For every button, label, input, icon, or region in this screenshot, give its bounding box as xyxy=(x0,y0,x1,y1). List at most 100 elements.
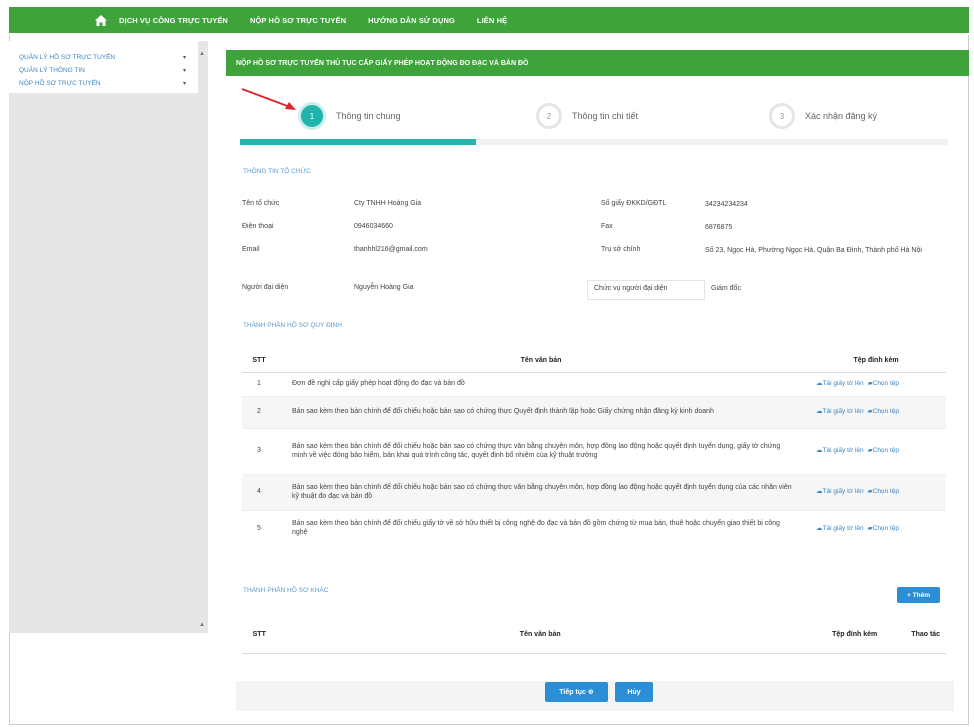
column-header-action: Thao tác xyxy=(905,617,946,654)
sidebar-item-quan-ly-ho-so[interactable]: QUẢN LÝ HỒ SƠ TRỰC TUYẾN ▾ xyxy=(9,51,198,64)
sidebar-menu: QUẢN LÝ HỒ SƠ TRỰC TUYẾN ▾ QUẢN LÝ THÔNG… xyxy=(9,41,198,93)
required-docs-table: STT Tên văn bản Tệp đính kèm 1 Đơn đề ng… xyxy=(242,350,946,546)
step-2[interactable]: 2 Thông tin chi tiết xyxy=(536,103,638,129)
column-header-name: Tên văn bản xyxy=(276,350,806,373)
choose-file-link[interactable]: Chọn tệp xyxy=(873,525,899,532)
org-label: Fax xyxy=(601,223,613,230)
other-docs-table: STT Tên văn bản Tệp đính kèm Thao tác xyxy=(242,617,946,654)
sidebar-item-label: QUẢN LÝ THÔNG TIN xyxy=(19,67,85,74)
upload-link[interactable]: Tải giấy tờ lên xyxy=(823,488,864,495)
sidebar-item-quan-ly-thong-tin[interactable]: QUẢN LÝ THÔNG TIN ▾ xyxy=(9,64,198,77)
sidebar-item-nop-ho-so[interactable]: NỘP HỒ SƠ TRỰC TUYẾN ▾ xyxy=(9,77,198,90)
org-label: Chức vụ người đại diện xyxy=(587,280,705,300)
row-attachment: ☁Tải giấy tờ lên ▰Chọn tệp xyxy=(806,509,946,546)
org-row: Email thanhhl216@gmail.com Trụ sở chính … xyxy=(236,242,954,280)
org-label: Email xyxy=(242,246,260,253)
step-number: 1 xyxy=(298,102,326,130)
chevron-down-icon: ▾ xyxy=(182,81,186,87)
nav-huong-dan[interactable]: HƯỚNG DẪN SỬ DỤNG xyxy=(368,16,455,25)
row-stt: 3 xyxy=(242,427,276,474)
row-attachment: ☁Tải giấy tờ lên ▰Chọn tệp xyxy=(806,371,946,396)
row-attachment: ☁Tải giấy tờ lên ▰Chọn tệp xyxy=(806,427,946,474)
row-attachment: ☁Tải giấy tờ lên ▰Chọn tệp xyxy=(806,473,946,510)
chevron-down-icon: ▾ xyxy=(182,55,186,61)
sidebar-item-label: QUẢN LÝ HỒ SƠ TRỰC TUYẾN xyxy=(19,54,116,61)
nav-nop-ho-so[interactable]: NỘP HỒ SƠ TRỰC TUYẾN xyxy=(250,16,346,25)
nav-lien-he[interactable]: LIÊN HỆ xyxy=(477,16,507,25)
table-header-row: STT Tên văn bản Tệp đính kèm xyxy=(242,350,946,373)
org-label: Số giấy ĐKKD/GĐTL xyxy=(601,200,667,207)
org-value: 34234234234 xyxy=(705,201,748,208)
column-header-name: Tên văn bản xyxy=(276,617,804,654)
org-label: Điện thoại xyxy=(242,223,274,230)
org-row: Người đại diện Nguyễn Hoàng Gia Chức vụ … xyxy=(236,280,954,303)
add-document-button[interactable]: + Thêm xyxy=(897,587,940,603)
table-header-row: STT Tên văn bản Tệp đính kèm Thao tác xyxy=(242,617,946,654)
row-name: Đơn đề nghị cấp giấy phép hoạt động đo đ… xyxy=(276,371,806,396)
row-name: Bản sao kèm theo bản chính để đối chiếu … xyxy=(276,509,806,546)
upload-link[interactable]: Tải giấy tờ lên xyxy=(823,447,864,454)
chevron-down-icon: ▾ xyxy=(182,68,186,74)
column-header-stt: STT xyxy=(242,617,277,654)
upload-link[interactable]: Tải giấy tờ lên xyxy=(823,525,864,532)
step-number: 3 xyxy=(769,103,795,129)
step-number: 2 xyxy=(536,103,562,129)
row-name: Bản sao kèm theo bản chính để đối chiếu … xyxy=(276,473,806,510)
org-info-grid: Tên tổ chức Cty TNHH Hoàng Gia Số giấy Đ… xyxy=(236,196,954,303)
scroll-up-icon[interactable]: ▲ xyxy=(199,51,205,57)
cancel-button[interactable]: Hủy xyxy=(615,682,653,702)
row-stt: 4 xyxy=(242,473,276,510)
org-row: Tên tổ chức Cty TNHH Hoàng Gia Số giấy Đ… xyxy=(236,196,954,219)
nav-dich-vu-cong[interactable]: DỊCH VỤ CÔNG TRỰC TUYẾN xyxy=(119,16,228,25)
table-row: 1 Đơn đề nghị cấp giấy phép hoạt động đo… xyxy=(242,371,946,396)
sidebar-item-label: NỘP HỒ SƠ TRỰC TUYẾN xyxy=(19,80,101,87)
section-title-ho-so-quy-dinh: THÀNH PHẦN HỒ SƠ QUY ĐỊNH xyxy=(243,322,342,329)
choose-file-link[interactable]: Chọn tệp xyxy=(873,447,899,454)
step-progress-bar xyxy=(240,139,948,145)
upload-link[interactable]: Tải giấy tờ lên xyxy=(823,380,864,387)
org-label: Tên tổ chức xyxy=(242,200,280,207)
step-label: Thông tin chung xyxy=(336,111,401,121)
step-progress-fill xyxy=(240,139,476,145)
column-header-stt: STT xyxy=(242,350,276,373)
org-label: Người đại diện xyxy=(242,284,289,291)
org-label: Trụ sở chính xyxy=(601,246,641,253)
choose-file-link[interactable]: Chọn tệp xyxy=(873,380,899,387)
column-header-attachment: Tệp đính kèm xyxy=(803,617,906,654)
main-panel: NỘP HỒ SƠ TRỰC TUYẾN THỦ TỤC CẤP GIẤY PH… xyxy=(226,50,969,130)
org-value: thanhhl216@gmail.com xyxy=(354,246,428,253)
home-icon xyxy=(95,14,107,26)
org-value: Cty TNHH Hoàng Gia xyxy=(354,200,422,207)
org-value: Số 23, Ngọc Hà, Phường Ngọc Hà, Quận Ba … xyxy=(705,247,922,254)
org-value: 6876875 xyxy=(705,224,733,231)
step-1[interactable]: 1 Thông tin chung xyxy=(298,102,401,130)
step-label: Xác nhận đăng ký xyxy=(805,111,878,121)
column-header-attachment: Tệp đính kèm xyxy=(806,350,946,373)
org-value: 0946034660 xyxy=(354,223,393,230)
table-row: 2 Bản sao kèm theo bản chính để đối chiế… xyxy=(242,395,946,428)
section-title-ho-so-khac: THÀNH PHẦN HỒ SƠ KHÁC xyxy=(243,587,329,594)
org-row: Điện thoại 0946034660 Fax 6876875 xyxy=(236,219,954,242)
table-row: 5 Bản sao kèm theo bản chính để đối chiế… xyxy=(242,509,946,546)
upload-link[interactable]: Tải giấy tờ lên xyxy=(823,408,864,415)
home-button[interactable] xyxy=(83,7,119,33)
row-stt: 2 xyxy=(242,395,276,428)
page-title: NỘP HỒ SƠ TRỰC TUYẾN THỦ TỤC CẤP GIẤY PH… xyxy=(226,50,969,76)
scroll-handle-icon[interactable]: ▲ xyxy=(199,622,205,628)
sidebar: QUẢN LÝ HỒ SƠ TRỰC TUYẾN ▾ QUẢN LÝ THÔNG… xyxy=(9,41,208,633)
annotation-arrow-icon xyxy=(241,88,296,110)
table-row: 4 Bản sao kèm theo bản chính để đối chiế… xyxy=(242,473,946,510)
row-stt: 5 xyxy=(242,509,276,546)
top-navbar: DỊCH VỤ CÔNG TRỰC TUYẾN NỘP HỒ SƠ TRỰC T… xyxy=(9,7,969,33)
step-3[interactable]: 3 Xác nhận đăng ký xyxy=(769,103,877,129)
choose-file-link[interactable]: Chọn tệp xyxy=(873,488,899,495)
choose-file-link[interactable]: Chọn tệp xyxy=(873,408,899,415)
org-value: Giám đốc xyxy=(711,285,741,292)
row-name: Bản sao kèm theo bản chính để đối chiếu … xyxy=(276,427,806,474)
row-name: Bản sao kèm theo bản chính để đối chiếu … xyxy=(276,395,806,428)
org-value: Nguyễn Hoàng Gia xyxy=(354,284,414,291)
step-label: Thông tin chi tiết xyxy=(572,111,639,121)
continue-button[interactable]: Tiếp tục ⊕ xyxy=(545,682,608,702)
table-row: 3 Bản sao kèm theo bản chính để đối chiế… xyxy=(242,427,946,474)
section-title-thong-tin-to-chuc: THÔNG TIN TỔ CHỨC xyxy=(243,168,311,175)
